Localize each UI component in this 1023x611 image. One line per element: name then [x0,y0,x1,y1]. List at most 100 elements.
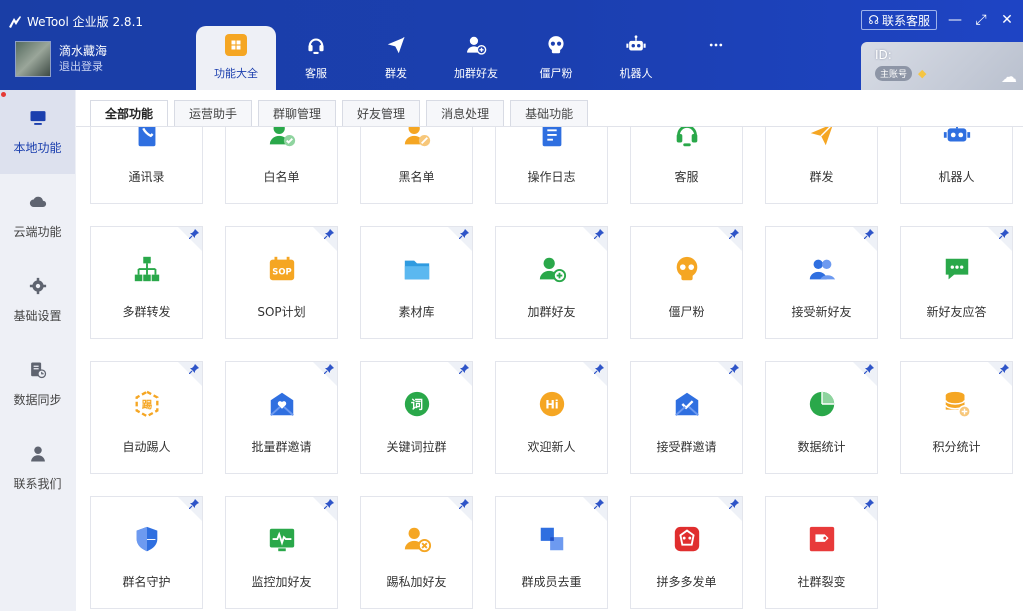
pin-icon[interactable] [863,364,874,377]
logout-link[interactable]: 退出登录 [59,59,107,75]
nav-tab-label: 僵尸粉 [539,67,573,80]
feature-card[interactable]: 群发 [765,127,878,204]
add-friend-icon [465,34,487,56]
feature-label: 操作日志 [527,170,576,184]
pin-icon[interactable] [323,499,334,512]
feature-card[interactable]: 词关键词拉群 [360,361,473,474]
pin-icon[interactable] [728,229,739,242]
feature-label: 群成员去重 [521,575,582,589]
feature-card[interactable]: 黑名单 [360,127,473,204]
nav-tab-grid[interactable]: 功能大全 [196,26,276,90]
sidebar-item-label: 本地功能 [13,141,62,155]
pin-icon[interactable] [728,499,739,512]
pin-icon[interactable] [593,499,604,512]
nav-tab-headset[interactable]: 客服 [276,26,356,90]
account-card[interactable]: ID: 主账号 ◆ ☁ [861,42,1023,90]
pin-icon[interactable] [188,499,199,512]
pin-icon[interactable] [188,364,199,377]
pin-icon[interactable] [863,229,874,242]
person-icon [28,444,48,467]
pin-icon[interactable] [323,229,334,242]
pin-icon[interactable] [323,364,334,377]
feature-card[interactable]: 监控加好友 [225,496,338,609]
feature-card[interactable]: 通讯录 [90,127,203,204]
account-id: ID: [875,48,892,62]
feature-card[interactable]: 接受新好友 [765,226,878,339]
feature-card[interactable]: 僵尸粉 [630,226,743,339]
feature-card[interactable]: 多群转发 [90,226,203,339]
feature-card[interactable]: 社群裂变 [765,496,878,609]
tab-3[interactable]: 群聊管理 [258,100,337,126]
feature-card[interactable]: 数据统计 [765,361,878,474]
sidebar-item-2[interactable]: 云端功能 [0,174,75,258]
pin-icon[interactable] [458,229,469,242]
feature-card[interactable]: 批量群邀请 [225,361,338,474]
nav-tab-paper-plane[interactable]: 群发 [356,26,436,90]
tab-5[interactable]: 消息处理 [426,100,505,126]
feature-label: 欢迎新人 [527,440,576,454]
sidebar-item-4[interactable]: 数据同步 [0,342,75,426]
pin-icon[interactable] [863,499,874,512]
tab-4[interactable]: 好友管理 [342,100,421,126]
pin-icon[interactable] [593,364,604,377]
pin-icon[interactable] [593,229,604,242]
feature-card[interactable]: 加群好友 [495,226,608,339]
nav-tab-label: 客服 [305,67,327,80]
feature-card[interactable]: 白名单 [225,127,338,204]
window-controls: ☊ 联系客服 — ⤢ ✕ [861,10,1015,30]
contact-service-button[interactable]: ☊ 联系客服 [861,10,937,30]
tab-1[interactable]: 全部功能 [90,100,169,126]
feature-card[interactable]: 新好友应答 [900,226,1013,339]
feature-label: 多群转发 [122,305,171,319]
pin-icon[interactable] [458,364,469,377]
skull-icon [671,253,703,285]
folder-icon [401,253,433,285]
feature-card[interactable]: 群名守护 [90,496,203,609]
feature-card[interactable]: 拼多多发单 [630,496,743,609]
pin-icon[interactable] [458,499,469,512]
sidebar: 本地功能云端功能 基础设置 数据同步 联系我们 [0,90,75,611]
feature-card[interactable]: 素材库 [360,226,473,339]
nav-tab-robot[interactable]: 机器人 [596,26,676,90]
pin-icon[interactable] [728,364,739,377]
pin-icon[interactable] [998,229,1009,242]
feature-card[interactable]: 积分统计 [900,361,1013,474]
pin-icon[interactable] [998,364,1009,377]
dedupe-icon [536,523,568,555]
feature-card[interactable]: 踢自动踢人 [90,361,203,474]
svg-text:Hi: Hi [545,399,558,412]
feature-label: 客服 [674,170,699,184]
sidebar-item-1[interactable]: 本地功能 [0,90,75,174]
nav-tab-label: 机器人 [619,67,653,80]
pin-icon[interactable] [188,229,199,242]
nav-tab-label: 群发 [385,67,407,80]
feature-label: 加群好友 [527,305,576,319]
nav-tab-label: 加群好友 [454,67,498,80]
feature-card[interactable]: 客服 [630,127,743,204]
avatar[interactable] [15,41,51,77]
paper-plane-icon [385,34,407,56]
pdd-icon [671,523,703,555]
feature-label: 踢私加好友 [386,575,447,589]
feature-card[interactable]: 踢私加好友 [360,496,473,609]
feature-label: 监控加好友 [251,575,312,589]
sidebar-item-5[interactable]: 联系我们 [0,426,75,510]
feature-card[interactable]: 操作日志 [495,127,608,204]
blacklist-icon [401,127,433,150]
feature-card[interactable]: SOP SOP计划 [225,226,338,339]
nav-tab-add-friend[interactable]: 加群好友 [436,26,516,90]
maximize-button[interactable]: ⤢ [973,12,989,28]
feature-card[interactable]: 群成员去重 [495,496,608,609]
feature-card[interactable]: 接受群邀请 [630,361,743,474]
feature-card[interactable]: Hi 欢迎新人 [495,361,608,474]
sidebar-item-3[interactable]: 基础设置 [0,258,75,342]
skull-icon [545,34,567,56]
tab-2[interactable]: 运营助手 [174,100,253,126]
tab-6[interactable]: 基础功能 [510,100,589,126]
close-button[interactable]: ✕ [999,12,1015,28]
nav-tab-more[interactable] [676,26,756,90]
nav-tab-skull[interactable]: 僵尸粉 [516,26,596,90]
headset-icon [305,34,327,56]
feature-card[interactable]: 机器人 [900,127,1013,204]
minimize-button[interactable]: — [947,12,963,28]
